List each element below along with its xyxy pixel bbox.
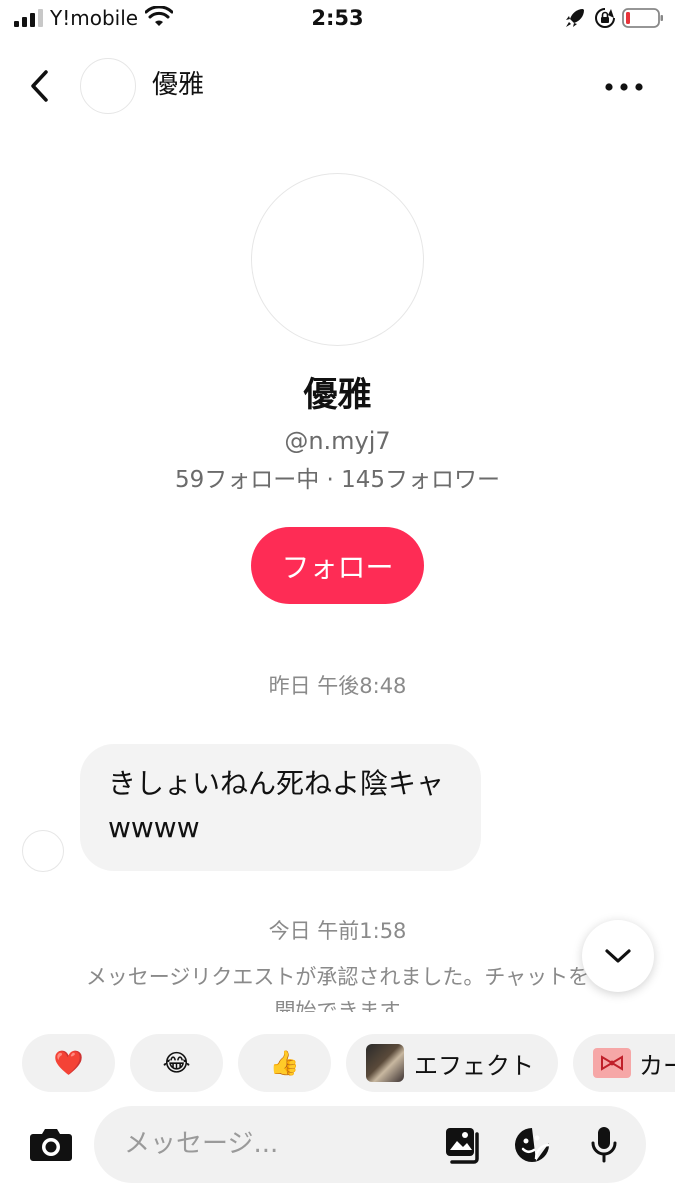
card-label: カー: [639, 1051, 675, 1080]
laugh-reaction-button[interactable]: 😂: [130, 1034, 223, 1092]
profile-avatar[interactable]: [251, 173, 424, 346]
message-timestamp: 昨日 午後8:48: [268, 674, 407, 698]
heart-reaction-button[interactable]: ❤️: [22, 1034, 115, 1092]
voice-message-button[interactable]: [584, 1126, 624, 1164]
quick-reaction-bar: ❤️ 😂 👍 エフェクト カー: [0, 1034, 675, 1092]
microphone-icon: [591, 1127, 617, 1163]
camera-button[interactable]: [26, 1122, 76, 1166]
laughing-emoji-icon: 😂: [162, 1049, 191, 1077]
chat-header: 優雅: [0, 50, 675, 122]
message-composer: [94, 1106, 646, 1183]
chevron-down-icon: [605, 949, 631, 963]
header-username[interactable]: 優雅: [152, 68, 204, 102]
thumbs-up-reaction-button[interactable]: 👍: [238, 1034, 331, 1092]
received-message-bubble[interactable]: きしょいねん死ねよ陰キャwwww: [80, 744, 481, 871]
rotation-lock-icon: [595, 8, 615, 28]
photo-gallery-icon: [446, 1128, 479, 1164]
profile-stats: 59フォロー中 · 145フォロワー: [174, 467, 501, 493]
heart-emoji-icon: ❤️: [53, 1049, 84, 1077]
profile-handle: @n.myj7: [284, 427, 391, 455]
gallery-button[interactable]: [444, 1126, 484, 1164]
effect-label: エフェクト: [414, 1051, 534, 1080]
gift-ribbon-icon: [593, 1048, 631, 1078]
message-timestamp: 今日 午前1:58: [268, 919, 407, 943]
system-message: メッセージリクエストが承認されました。チャットを開始できます: [85, 965, 590, 1012]
dm-screen: Y!mobile 2:53 優雅 優雅 @n.myj7 59フォロー中 · 14…: [0, 0, 675, 1200]
back-arrow-icon: [31, 70, 48, 102]
header-avatar[interactable]: [80, 58, 136, 114]
thumbs-up-emoji-icon: 👍: [269, 1049, 300, 1077]
profile-name: 優雅: [303, 375, 372, 415]
sticker-button[interactable]: [512, 1126, 552, 1164]
message-input[interactable]: [124, 1124, 424, 1164]
rocket-icon: [566, 9, 584, 27]
back-button[interactable]: [22, 64, 58, 108]
battery-low-icon: [622, 8, 663, 28]
follow-button[interactable]: フォロー: [251, 527, 424, 604]
more-options-button[interactable]: [598, 72, 650, 102]
sticker-icon: [515, 1128, 550, 1162]
effect-thumbnail-image: [366, 1044, 404, 1082]
card-button[interactable]: カー: [573, 1034, 675, 1092]
sender-avatar[interactable]: [22, 830, 64, 872]
more-dots-icon: [605, 83, 643, 91]
effect-button[interactable]: エフェクト: [346, 1034, 558, 1092]
scroll-to-bottom-button[interactable]: [582, 920, 654, 992]
camera-icon: [30, 1129, 72, 1161]
status-bar: Y!mobile 2:53: [0, 0, 675, 40]
